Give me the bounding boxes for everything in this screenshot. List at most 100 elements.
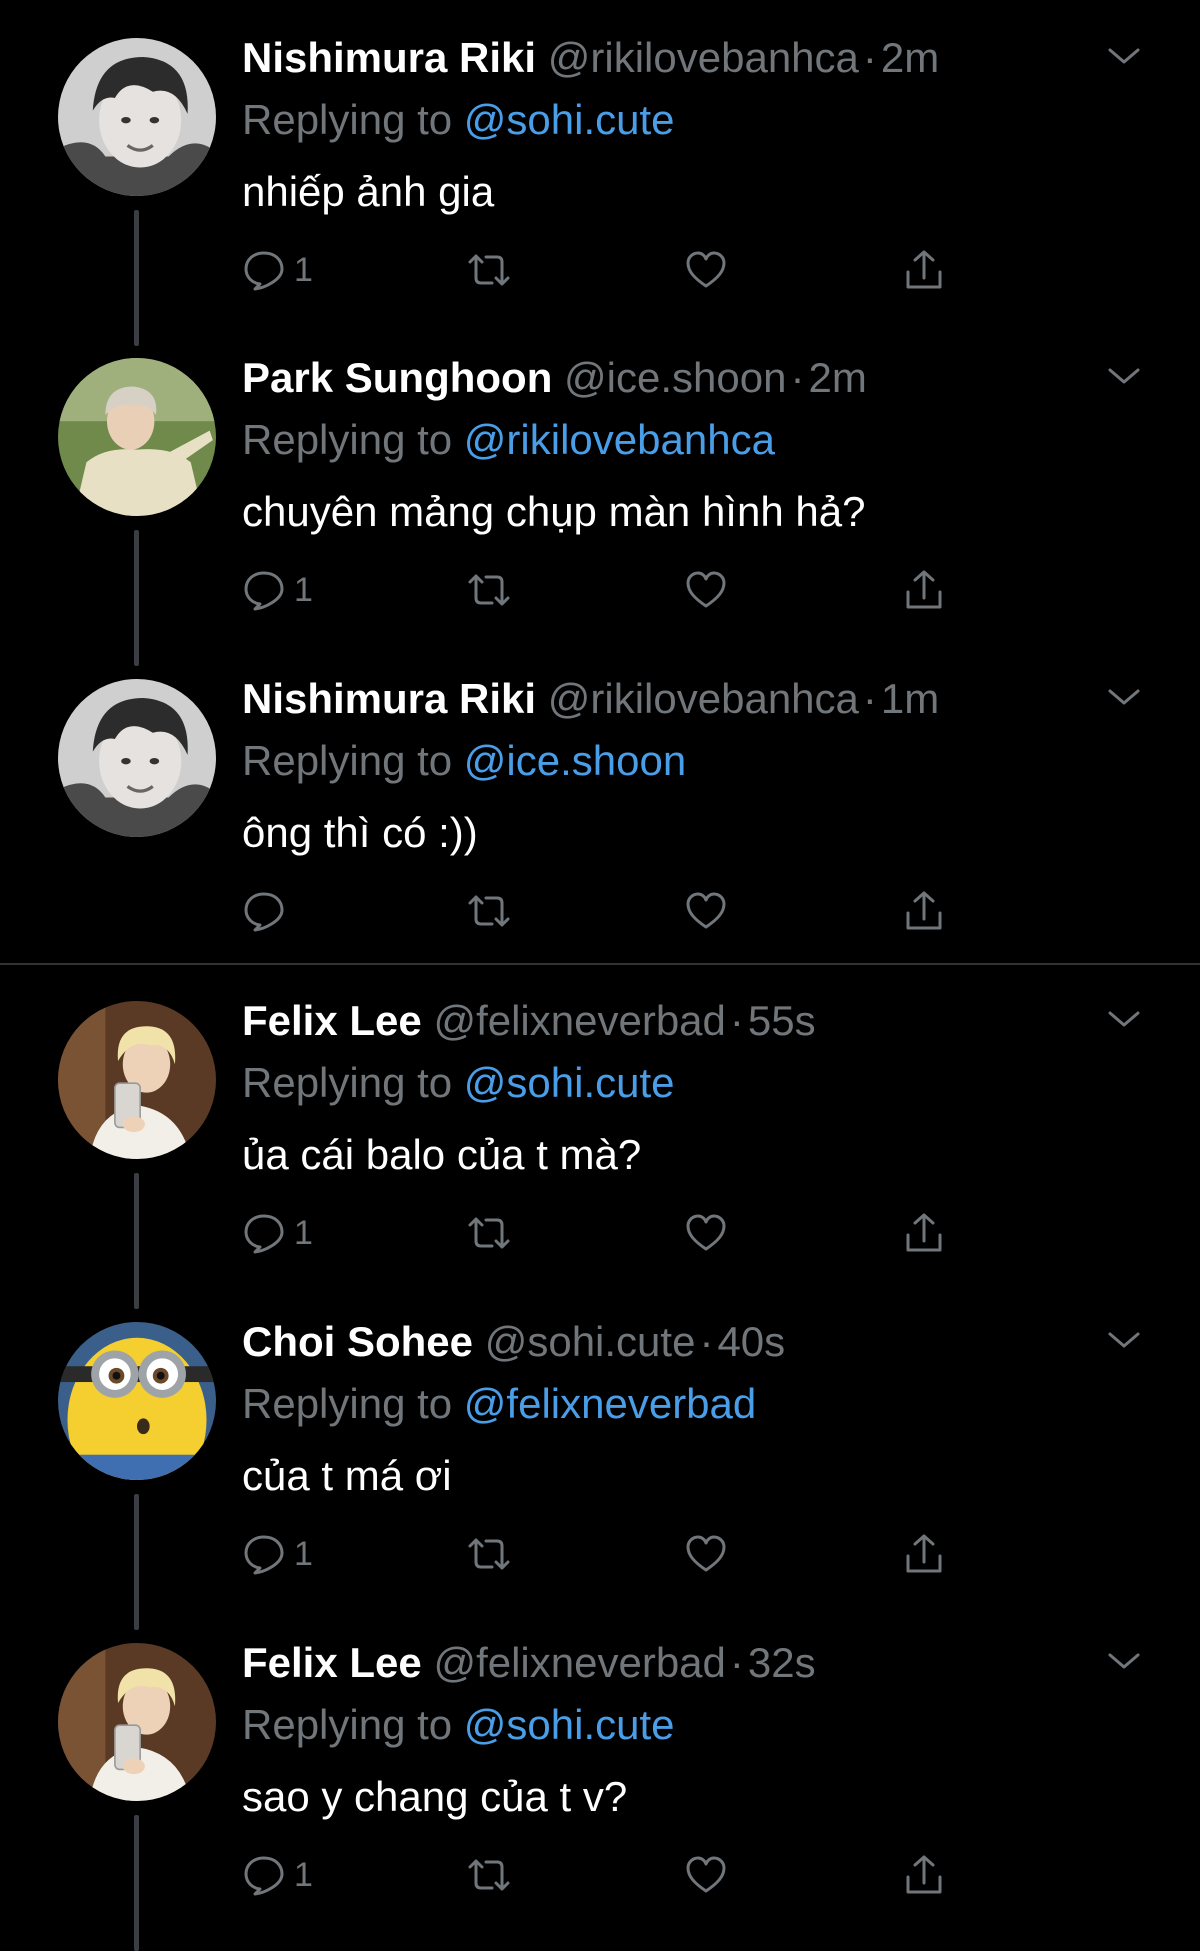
like-button[interactable] xyxy=(684,1203,728,1263)
retweet-icon xyxy=(468,574,510,606)
mention-link[interactable]: @sohi.cute xyxy=(464,1059,675,1106)
like-button[interactable] xyxy=(684,240,728,300)
share-button[interactable] xyxy=(902,1524,946,1584)
reply-count: 1 xyxy=(294,570,313,609)
timestamp[interactable]: 1m xyxy=(881,675,939,722)
share-button[interactable] xyxy=(902,1845,946,1905)
timestamp[interactable]: 2m xyxy=(808,354,866,401)
avatar-minion-image xyxy=(58,1322,216,1480)
mention-link[interactable]: @sohi.cute xyxy=(464,96,675,143)
tweet-text: của t má ơi xyxy=(242,1452,452,1499)
heart-icon xyxy=(686,892,726,929)
user-handle[interactable]: @rikilovebanhca xyxy=(548,34,859,81)
like-button[interactable] xyxy=(684,1845,728,1905)
reply-button[interactable]: 1 xyxy=(242,1203,313,1263)
tweet[interactable]: Nishimura Riki @rikilovebanhca·1m Replyi… xyxy=(0,641,1200,961)
reply-button[interactable]: 1 xyxy=(242,1524,313,1584)
thread-connector-line xyxy=(134,1815,139,1951)
user-handle[interactable]: @rikilovebanhca xyxy=(548,675,859,722)
chevron-down-icon[interactable] xyxy=(1106,685,1142,709)
reply-count: 1 xyxy=(294,1534,313,1573)
tweet-text: nhiếp ảnh gia xyxy=(242,168,495,215)
share-button[interactable] xyxy=(902,881,946,941)
tweet[interactable]: Felix Lee @felixneverbad·55s Replying to… xyxy=(0,963,1200,1309)
replying-to-line: Replying to @sohi.cute xyxy=(242,92,675,148)
share-icon xyxy=(906,1855,942,1894)
user-handle[interactable]: @ice.shoon xyxy=(564,354,786,401)
reply-bubble-icon xyxy=(244,1214,284,1254)
tweet-header: Nishimura Riki @rikilovebanhca·2m xyxy=(242,30,939,86)
user-handle[interactable]: @sohi.cute xyxy=(485,1318,696,1365)
display-name[interactable]: Park Sunghoon xyxy=(242,354,552,401)
chevron-down-icon[interactable] xyxy=(1106,364,1142,388)
chevron-down-icon[interactable] xyxy=(1106,1328,1142,1352)
display-name[interactable]: Nishimura Riki xyxy=(242,34,536,81)
chevron-down-icon[interactable] xyxy=(1106,44,1142,68)
tweet[interactable]: Nishimura Riki @rikilovebanhca·2m Replyi… xyxy=(0,0,1200,346)
share-button[interactable] xyxy=(902,560,946,620)
reply-button[interactable]: 1 xyxy=(242,560,313,620)
avatar[interactable] xyxy=(58,1322,216,1480)
display-name[interactable]: Nishimura Riki xyxy=(242,675,536,722)
display-name[interactable]: Felix Lee xyxy=(242,997,422,1044)
avatar[interactable] xyxy=(58,1643,216,1801)
retweet-icon xyxy=(468,254,510,286)
tweet[interactable]: Choi Sohee @sohi.cute·40s Replying to @f… xyxy=(0,1284,1200,1630)
share-icon xyxy=(906,1534,942,1573)
tweet[interactable]: Felix Lee @felixneverbad·32s Replying to… xyxy=(0,1605,1200,1951)
reply-bubble-icon xyxy=(244,1856,284,1896)
reply-bubble-icon xyxy=(244,1535,284,1575)
avatar-blonde-selfie-image xyxy=(58,1001,216,1159)
replying-to-label: Replying to xyxy=(242,96,464,143)
tweet-actions xyxy=(242,881,982,941)
retweet-button[interactable] xyxy=(464,1203,514,1263)
avatar[interactable] xyxy=(58,679,216,837)
retweet-button[interactable] xyxy=(464,240,514,300)
user-handle[interactable]: @felixneverbad xyxy=(433,1639,725,1686)
share-button[interactable] xyxy=(902,1203,946,1263)
share-icon xyxy=(906,891,942,930)
timestamp[interactable]: 40s xyxy=(717,1318,785,1365)
retweet-button[interactable] xyxy=(464,881,514,941)
chevron-down-icon[interactable] xyxy=(1106,1007,1142,1031)
timestamp[interactable]: 55s xyxy=(748,997,816,1044)
avatar[interactable] xyxy=(58,358,216,516)
mention-link[interactable]: @sohi.cute xyxy=(464,1701,675,1748)
retweet-button[interactable] xyxy=(464,1845,514,1905)
tweet-header: Choi Sohee @sohi.cute·40s xyxy=(242,1314,785,1370)
chevron-down-icon[interactable] xyxy=(1106,1649,1142,1673)
timestamp[interactable]: 2m xyxy=(881,34,939,81)
heart-icon xyxy=(686,251,726,288)
display-name[interactable]: Felix Lee xyxy=(242,1639,422,1686)
display-name[interactable]: Choi Sohee xyxy=(242,1318,473,1365)
mention-link[interactable]: @felixneverbad xyxy=(464,1380,756,1427)
replying-to-label: Replying to xyxy=(242,1380,464,1427)
retweet-button[interactable] xyxy=(464,560,514,620)
separator-dot: · xyxy=(862,34,877,81)
tweet-actions: 1 xyxy=(242,1203,982,1263)
avatar[interactable] xyxy=(58,1001,216,1159)
share-button[interactable] xyxy=(902,240,946,300)
replying-to-line: Replying to @felixneverbad xyxy=(242,1376,756,1432)
retweet-icon xyxy=(468,1538,510,1570)
tweet-text: ủa cái balo của t mà? xyxy=(242,1131,642,1178)
reply-button[interactable] xyxy=(242,881,294,941)
timestamp[interactable]: 32s xyxy=(748,1639,816,1686)
reply-bubble-icon xyxy=(244,571,284,611)
reply-button[interactable]: 1 xyxy=(242,1845,313,1905)
tweet-text: chuyên mảng chụp màn hình hả? xyxy=(242,488,866,535)
tweet[interactable]: Park Sunghoon @ice.shoon·2m Replying to … xyxy=(0,320,1200,666)
like-button[interactable] xyxy=(684,881,728,941)
like-button[interactable] xyxy=(684,560,728,620)
tweet-header: Felix Lee @felixneverbad·55s xyxy=(242,993,816,1049)
heart-icon xyxy=(686,1535,726,1572)
tweet-actions: 1 xyxy=(242,560,982,620)
user-handle[interactable]: @felixneverbad xyxy=(433,997,725,1044)
like-button[interactable] xyxy=(684,1524,728,1584)
mention-link[interactable]: @rikilovebanhca xyxy=(464,416,775,463)
retweet-button[interactable] xyxy=(464,1524,514,1584)
mention-link[interactable]: @ice.shoon xyxy=(464,737,686,784)
avatar[interactable] xyxy=(58,38,216,196)
heart-icon xyxy=(686,571,726,608)
reply-button[interactable]: 1 xyxy=(242,240,313,300)
